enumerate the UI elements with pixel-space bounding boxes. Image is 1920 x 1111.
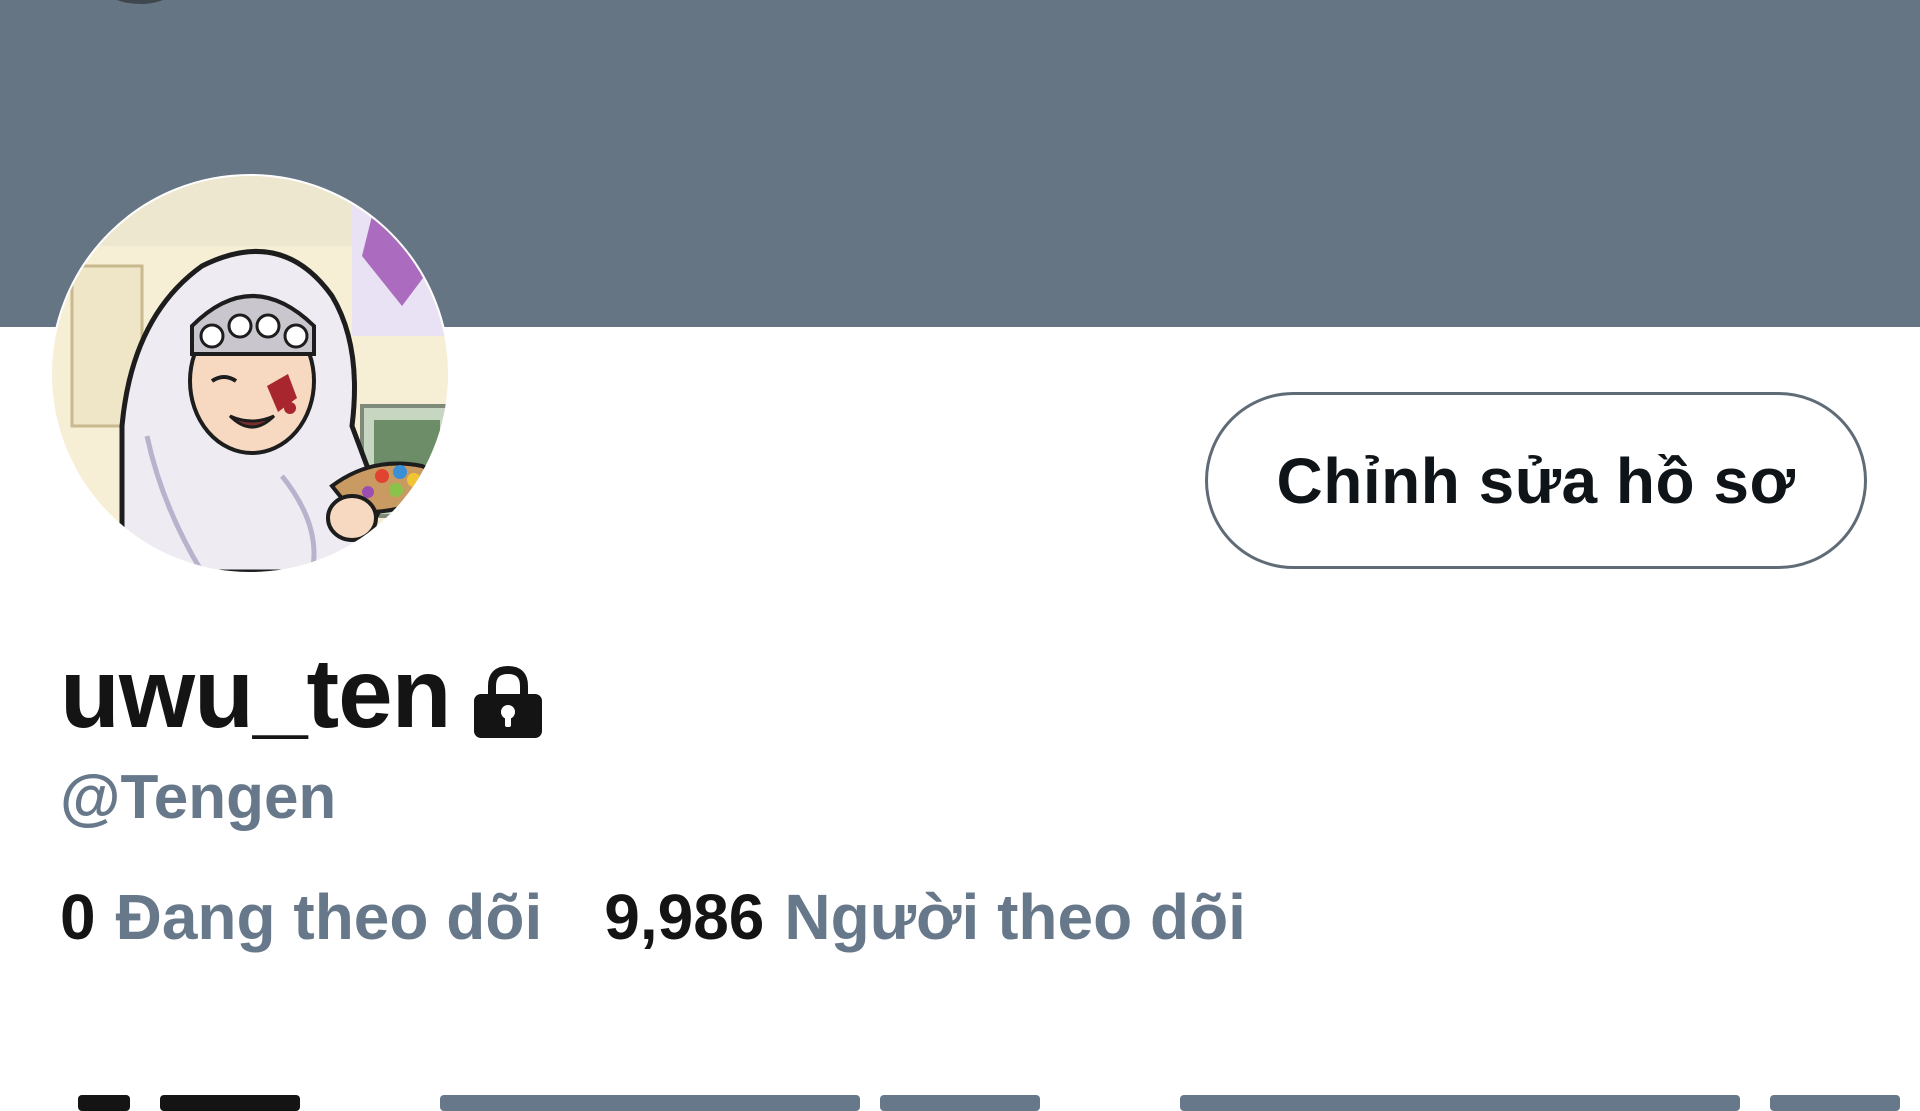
following-count: 0	[60, 881, 96, 953]
lock-icon	[474, 665, 543, 738]
tab-fragment-1[interactable]	[78, 1095, 130, 1111]
edit-profile-button[interactable]: Chỉnh sửa hồ sơ	[1205, 392, 1867, 569]
user-handle: @Tengen	[60, 763, 337, 832]
avatar[interactable]	[50, 174, 450, 574]
following-label: Đang theo dõi	[115, 881, 543, 953]
tab-fragment-3[interactable]	[440, 1095, 860, 1111]
following-stat[interactable]: 0 Đang theo dõi	[60, 880, 542, 954]
followers-stat[interactable]: 9,986 Người theo dõi	[604, 880, 1246, 954]
avatar-image	[52, 176, 448, 572]
follow-stats: 0 Đang theo dõi 9,986 Người theo dõi	[60, 880, 1246, 954]
tab-fragment-2[interactable]	[160, 1095, 300, 1111]
tab-fragment-4[interactable]	[880, 1095, 1040, 1111]
back-button-edge[interactable]	[100, 0, 180, 4]
display-name: uwu_ten	[60, 637, 451, 748]
tab-fragment-6[interactable]	[1770, 1095, 1900, 1111]
tab-fragment-5[interactable]	[1180, 1095, 1740, 1111]
profile-tabs-cutoff[interactable]	[0, 1085, 1920, 1111]
followers-count: 9,986	[604, 881, 765, 953]
display-name-row: uwu_ten	[60, 638, 548, 748]
followers-label: Người theo dõi	[784, 881, 1246, 953]
